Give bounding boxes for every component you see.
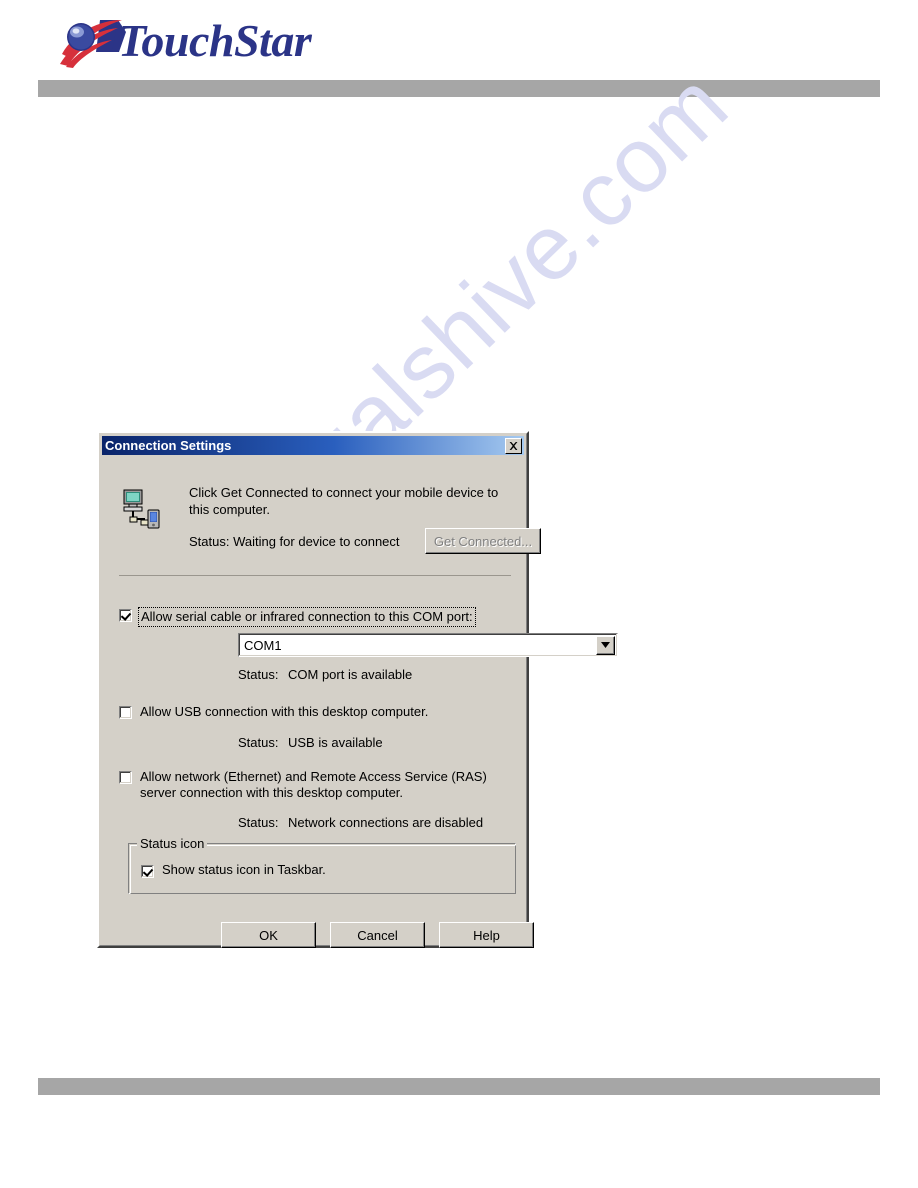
dialog-button-row: OK Cancel Help (221, 922, 534, 948)
document-page: TouchStar manualshive.com Connection Set… (0, 0, 918, 1188)
network-connection-checkbox[interactable] (119, 771, 132, 784)
footer-divider-bar (38, 1078, 880, 1095)
network-connection-label: Allow network (Ethernet) and Remote Acce… (140, 769, 487, 801)
ok-button[interactable]: OK (221, 922, 316, 948)
brand-header: TouchStar (40, 8, 440, 78)
connect-status-row: Status: Waiting for device to connect Ge… (189, 528, 541, 554)
network-label-line1: Allow network (Ethernet) and Remote Acce… (140, 769, 487, 784)
chevron-down-icon[interactable] (596, 635, 615, 655)
network-status-value: Network connections are disabled (288, 815, 484, 830)
com-port-dropdown[interactable]: COM1 (238, 633, 618, 657)
network-connection-row[interactable]: Allow network (Ethernet) and Remote Acce… (119, 769, 487, 801)
usb-status-label: Status: (238, 735, 279, 750)
header-divider-bar (38, 80, 880, 97)
dialog-title: Connection Settings (105, 438, 232, 453)
network-status-row: Status: Network connections are disabled (238, 815, 483, 830)
serial-status-value: COM port is available (288, 667, 413, 682)
serial-connection-row[interactable]: Allow serial cable or infrared connectio… (119, 607, 476, 627)
brand-wordmark: TouchStar (118, 15, 312, 66)
section-separator (119, 575, 511, 576)
serial-status-label: Status: (238, 667, 279, 682)
serial-status-row: Status: COM port is available (238, 667, 412, 682)
usb-status-value: USB is available (288, 735, 383, 750)
dialog-titlebar[interactable]: Connection Settings (102, 436, 524, 455)
show-status-icon-checkbox[interactable] (141, 864, 154, 878)
connection-settings-dialog: Connection Settings Click Get Connected … (97, 431, 618, 948)
serial-connection-label: Allow serial cable or infrared connectio… (138, 607, 476, 627)
connect-instructions: Click Get Connected to connect your mobi… (189, 485, 499, 517)
close-icon[interactable] (505, 437, 522, 454)
show-status-icon-label: Show status icon in Taskbar. (162, 862, 326, 877)
com-port-value: COM1 (244, 637, 282, 653)
connect-status-text: Status: Waiting for device to connect (189, 534, 400, 549)
get-connected-button[interactable]: Get Connected... (425, 528, 541, 554)
help-button[interactable]: Help (439, 922, 534, 948)
network-status-label: Status: (238, 815, 279, 830)
dialog-bevel: Connection Settings Click Get Connected … (99, 433, 618, 948)
usb-connection-label: Allow USB connection with this desktop c… (140, 704, 429, 719)
usb-connection-checkbox[interactable] (119, 706, 132, 719)
status-icon-group-title: Status icon (137, 836, 208, 851)
show-status-icon-row[interactable]: Show status icon in Taskbar. (141, 862, 326, 878)
serial-connection-checkbox[interactable] (119, 609, 132, 622)
status-icon-groupbox: Status icon Show status icon in Taskbar. (128, 836, 516, 894)
usb-connection-row[interactable]: Allow USB connection with this desktop c… (119, 704, 428, 720)
cancel-button[interactable]: Cancel (330, 922, 425, 948)
computer-to-mobile-device-icon (119, 489, 161, 531)
network-label-line2: server connection with this desktop comp… (140, 785, 404, 800)
dialog-body: Click Get Connected to connect your mobi… (102, 455, 618, 948)
usb-status-row: Status: USB is available (238, 735, 383, 750)
